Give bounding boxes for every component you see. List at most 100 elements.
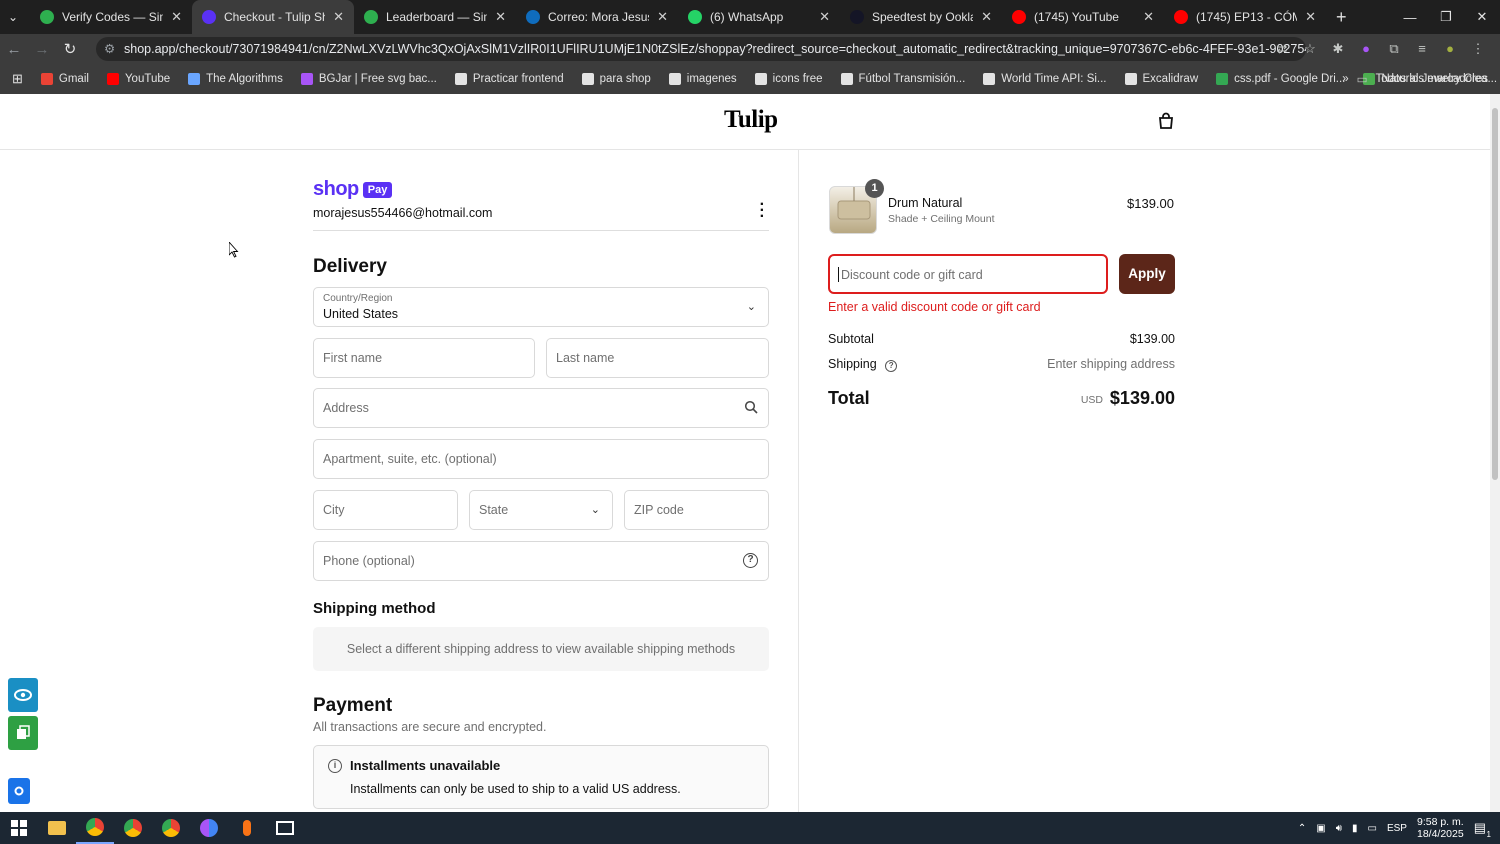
browser-tab[interactable]: Checkout - Tulip Shades ✕ (192, 0, 354, 34)
back-button[interactable]: ← (0, 41, 28, 58)
apartment-placeholder: Apartment, suite, etc. (optional) (323, 452, 497, 466)
terminal-icon[interactable] (266, 812, 304, 844)
state-select[interactable]: State ⌄ (469, 490, 613, 530)
close-tab-icon[interactable]: ✕ (333, 9, 344, 25)
bookmark-item[interactable]: The Algorithms (188, 73, 283, 85)
reload-button[interactable]: ↻ (56, 40, 84, 58)
settings-gear-icon[interactable] (8, 778, 30, 804)
apartment-field[interactable]: Apartment, suite, etc. (optional) (313, 439, 769, 479)
address-field[interactable]: Address (313, 388, 769, 428)
bookmark-item[interactable]: Practicar frontend (454, 73, 564, 85)
help-icon[interactable]: ? (743, 553, 758, 568)
browser-tab[interactable]: Verify Codes — SimplyCo ✕ (30, 0, 192, 34)
chrome-profile-2-icon[interactable] (152, 812, 190, 844)
file-explorer-icon[interactable] (38, 812, 76, 844)
country-value: United States (323, 307, 399, 321)
zip-field[interactable]: ZIP code (624, 490, 769, 530)
close-tab-icon[interactable]: ✕ (495, 9, 506, 25)
browser-tab[interactable]: (1745) YouTube ✕ (1002, 0, 1164, 34)
close-tab-icon[interactable]: ✕ (1143, 9, 1154, 25)
mic-tray-icon[interactable]: ▮ (1352, 823, 1358, 834)
apply-button[interactable]: Apply (1119, 254, 1175, 294)
store-logo[interactable]: Tulip (724, 106, 778, 134)
bookmark-item[interactable]: BGJar | Free svg bac... (300, 73, 437, 85)
browser-tab[interactable]: (1745) EP13 - CÓMO VIT ✕ (1164, 0, 1326, 34)
bookmark-label: The Algorithms (206, 73, 283, 85)
payment-heading: Payment (313, 695, 393, 716)
start-windows-icon[interactable] (0, 812, 38, 844)
browser-tab[interactable]: Speedtest by Ookla - The ✕ (840, 0, 1002, 34)
forward-button[interactable]: → (28, 41, 56, 58)
last-name-field[interactable]: Last name (546, 338, 769, 378)
shipping-help-icon[interactable]: ? (885, 360, 898, 372)
browser-tab[interactable]: Correo: Mora Jesus - Out ✕ (516, 0, 678, 34)
bookmark-star-icon[interactable]: ☆ (1300, 39, 1320, 59)
bookmark-item[interactable]: Fútbol Transmisión... (840, 73, 966, 85)
bookmark-item[interactable]: css.pdf - Google Dri... (1216, 73, 1345, 85)
extension-icon[interactable]: ✱ (1328, 39, 1348, 59)
scrollbar-thumb[interactable] (1492, 108, 1498, 480)
bookmark-item[interactable]: imagenes (668, 73, 737, 85)
bookmark-item[interactable]: icons free (754, 73, 823, 85)
shopping-bag-icon[interactable] (1157, 112, 1175, 130)
copy-icon[interactable] (8, 716, 38, 750)
first-name-field[interactable]: First name (313, 338, 535, 378)
bookmark-item[interactable]: Excalidraw (1124, 73, 1198, 85)
eye-icon[interactable] (8, 678, 38, 712)
account-separator (313, 230, 769, 231)
close-tab-icon[interactable]: ✕ (819, 9, 830, 25)
clock[interactable]: 9:58 p. m. 18/4/2025 (1417, 816, 1464, 840)
apps-grid-icon[interactable]: ⊞ (12, 71, 23, 87)
bookmark-item[interactable]: YouTube (106, 73, 170, 85)
notification-icon[interactable]: ▤ 1 (1474, 820, 1491, 839)
city-field[interactable]: City (313, 490, 458, 530)
bookmark-favicon-icon (754, 73, 767, 85)
tab-list-button[interactable]: ⌄ (0, 0, 30, 34)
network-icon[interactable]: ▭ (1368, 823, 1377, 834)
close-tab-icon[interactable]: ✕ (981, 9, 992, 25)
bookmarks-bar: ⊞ Gmail YouTube The Algorithms BGJar | Free… (0, 64, 1500, 94)
country-label: Country/Region (323, 293, 393, 304)
chrome-profile-icon[interactable] (114, 812, 152, 844)
bookmark-favicon-icon (300, 73, 313, 85)
media-icon[interactable]: ≡ (1412, 39, 1432, 59)
tray-expand-icon[interactable]: ⌃ (1298, 823, 1306, 834)
profile-avatar[interactable]: ● (1440, 39, 1460, 59)
bookmark-item[interactable]: World Time API: Si... (983, 73, 1107, 85)
account-menu-icon[interactable]: · · · (760, 197, 765, 225)
browser-tab[interactable]: Leaderboard — SimplyCo ✕ (354, 0, 516, 34)
new-tab-button[interactable]: + (1336, 7, 1347, 28)
meet-icon[interactable]: ▣ (1316, 823, 1325, 834)
language-indicator[interactable]: ESP (1387, 823, 1407, 834)
microphone-icon[interactable] (228, 812, 266, 844)
all-bookmarks-link[interactable]: Todos los marcadores (1376, 73, 1489, 85)
url-field[interactable]: ⚙ shop.app/checkout/73071984941/cn/Z2NwL… (96, 37, 1306, 61)
total-value: $139.00 (1109, 388, 1175, 408)
more-bookmarks-icon[interactable]: » (1342, 73, 1348, 85)
bookmark-label: Fútbol Transmisión... (858, 73, 966, 85)
country-select[interactable]: Country/Region United States ⌄ (313, 287, 769, 327)
translate-icon[interactable]: ⇄ (1272, 39, 1292, 59)
tab-favicon-icon (40, 10, 54, 24)
close-tab-icon[interactable]: ✕ (171, 9, 182, 25)
extension-purple-icon[interactable]: ● (1356, 39, 1376, 59)
bookmark-item[interactable]: para shop (581, 73, 651, 85)
volume-icon[interactable]: 🔊︎ (1336, 823, 1342, 834)
bookmark-item[interactable]: Gmail (40, 73, 89, 85)
payment-subtitle: All transactions are secure and encrypte… (313, 720, 547, 734)
close-tab-icon[interactable]: ✕ (657, 9, 668, 25)
extensions-puzzle-icon[interactable]: ⧉ (1384, 39, 1404, 59)
phone-field[interactable]: Phone (optional) ? (313, 541, 769, 581)
quantity-badge: 1 (865, 179, 884, 198)
chrome-icon[interactable] (76, 812, 114, 844)
maximize-button[interactable]: ❐ (1428, 9, 1464, 25)
chrome-profile-3-icon[interactable] (190, 812, 228, 844)
browser-tab[interactable]: (6) WhatsApp ✕ (678, 0, 840, 34)
minimize-button[interactable]: — (1392, 10, 1428, 25)
discount-code-input[interactable]: Discount code or gift card (828, 254, 1108, 294)
close-tab-icon[interactable]: ✕ (1305, 9, 1316, 25)
browser-menu-icon[interactable]: ⋮ (1468, 39, 1488, 59)
close-window-button[interactable]: ✕ (1464, 9, 1500, 25)
page-scrollbar[interactable] (1490, 94, 1500, 812)
site-info-icon[interactable]: ⚙ (104, 37, 115, 61)
